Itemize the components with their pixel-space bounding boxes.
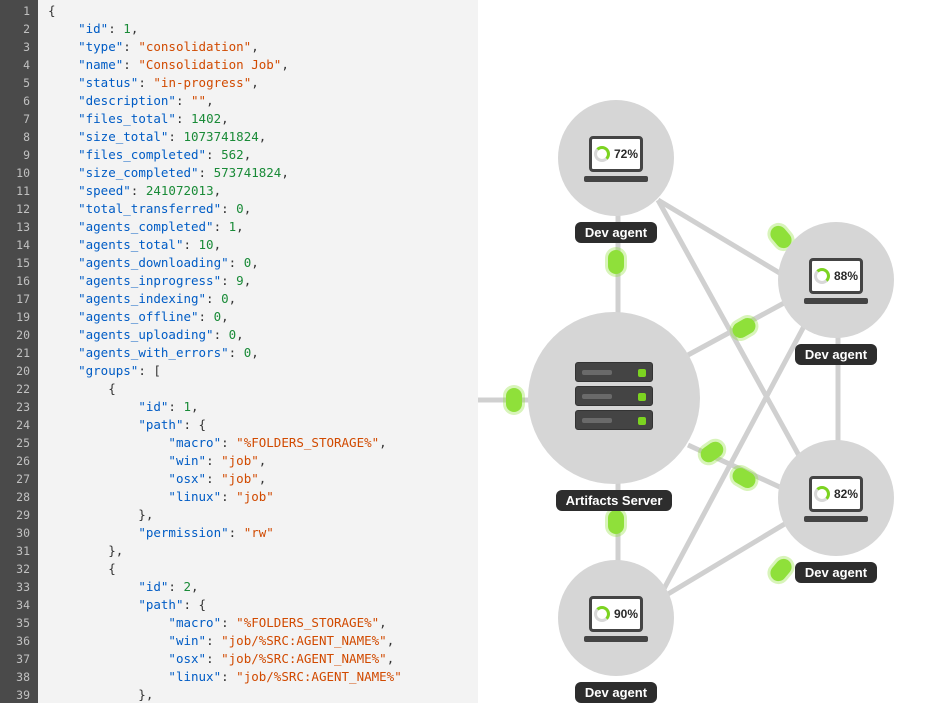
line-number: 13 bbox=[6, 218, 30, 236]
line-number: 38 bbox=[6, 668, 30, 686]
line-number: 26 bbox=[6, 452, 30, 470]
line-number: 15 bbox=[6, 254, 30, 272]
line-number: 27 bbox=[6, 470, 30, 488]
node-label: Artifacts Server bbox=[556, 490, 673, 511]
dev-agent-node: 88% Dev agent bbox=[778, 222, 894, 365]
line-number: 39 bbox=[6, 686, 30, 703]
data-packet-icon bbox=[506, 388, 522, 412]
line-number: 1 bbox=[6, 2, 30, 20]
line-number: 31 bbox=[6, 542, 30, 560]
node-circle: 88% bbox=[778, 222, 894, 338]
line-number: 22 bbox=[6, 380, 30, 398]
line-number: 14 bbox=[6, 236, 30, 254]
line-number: 4 bbox=[6, 56, 30, 74]
line-number: 12 bbox=[6, 200, 30, 218]
line-number: 36 bbox=[6, 632, 30, 650]
data-packet-icon bbox=[608, 510, 624, 534]
dev-agent-node: 82% Dev agent bbox=[778, 440, 894, 583]
artifacts-server-node: Artifacts Server bbox=[528, 312, 700, 511]
code-body: { "id": 1, "type": "consolidation", "nam… bbox=[38, 0, 478, 703]
line-number: 6 bbox=[6, 92, 30, 110]
laptop-icon: 82% bbox=[804, 476, 868, 520]
node-label: Dev agent bbox=[575, 682, 657, 703]
node-circle bbox=[528, 312, 700, 484]
agent-percent: 72% bbox=[614, 147, 638, 161]
agent-percent: 82% bbox=[834, 487, 858, 501]
agent-percent: 88% bbox=[834, 269, 858, 283]
dev-agent-node: 90% Dev agent bbox=[558, 560, 674, 703]
line-number: 20 bbox=[6, 326, 30, 344]
node-circle: 90% bbox=[558, 560, 674, 676]
node-circle: 72% bbox=[558, 100, 674, 216]
line-number: 16 bbox=[6, 272, 30, 290]
network-diagram: Artifacts Server 72% Dev agent 88% Dev a… bbox=[478, 0, 931, 719]
line-number: 8 bbox=[6, 128, 30, 146]
line-number: 17 bbox=[6, 290, 30, 308]
line-number: 37 bbox=[6, 650, 30, 668]
agent-percent: 90% bbox=[614, 607, 638, 621]
line-number: 10 bbox=[6, 164, 30, 182]
line-number: 24 bbox=[6, 416, 30, 434]
data-packet-icon bbox=[608, 250, 624, 274]
line-number: 28 bbox=[6, 488, 30, 506]
line-number-gutter: 1 2 3 4 5 6 7 8 9 10 11 12 13 14 15 16 1… bbox=[0, 0, 38, 703]
laptop-icon: 88% bbox=[804, 258, 868, 302]
line-number: 20 bbox=[6, 362, 30, 380]
dev-agent-node: 72% Dev agent bbox=[558, 100, 674, 243]
laptop-icon: 72% bbox=[584, 136, 648, 180]
line-number: 33 bbox=[6, 578, 30, 596]
line-number: 7 bbox=[6, 110, 30, 128]
line-number: 5 bbox=[6, 74, 30, 92]
line-number: 2 bbox=[6, 20, 30, 38]
line-number: 3 bbox=[6, 38, 30, 56]
laptop-icon: 90% bbox=[584, 596, 648, 640]
node-label: Dev agent bbox=[575, 222, 657, 243]
node-circle: 82% bbox=[778, 440, 894, 556]
line-number: 11 bbox=[6, 182, 30, 200]
line-number: 21 bbox=[6, 344, 30, 362]
node-label: Dev agent bbox=[795, 344, 877, 365]
line-number: 30 bbox=[6, 524, 30, 542]
line-number: 25 bbox=[6, 434, 30, 452]
line-number: 34 bbox=[6, 596, 30, 614]
code-editor: 1 2 3 4 5 6 7 8 9 10 11 12 13 14 15 16 1… bbox=[0, 0, 478, 703]
line-number: 19 bbox=[6, 308, 30, 326]
line-number: 23 bbox=[6, 398, 30, 416]
line-number: 35 bbox=[6, 614, 30, 632]
line-number: 9 bbox=[6, 146, 30, 164]
line-number: 32 bbox=[6, 560, 30, 578]
server-icon bbox=[575, 362, 653, 434]
layout-root: 1 2 3 4 5 6 7 8 9 10 11 12 13 14 15 16 1… bbox=[0, 0, 931, 719]
line-number: 29 bbox=[6, 506, 30, 524]
node-label: Dev agent bbox=[795, 562, 877, 583]
